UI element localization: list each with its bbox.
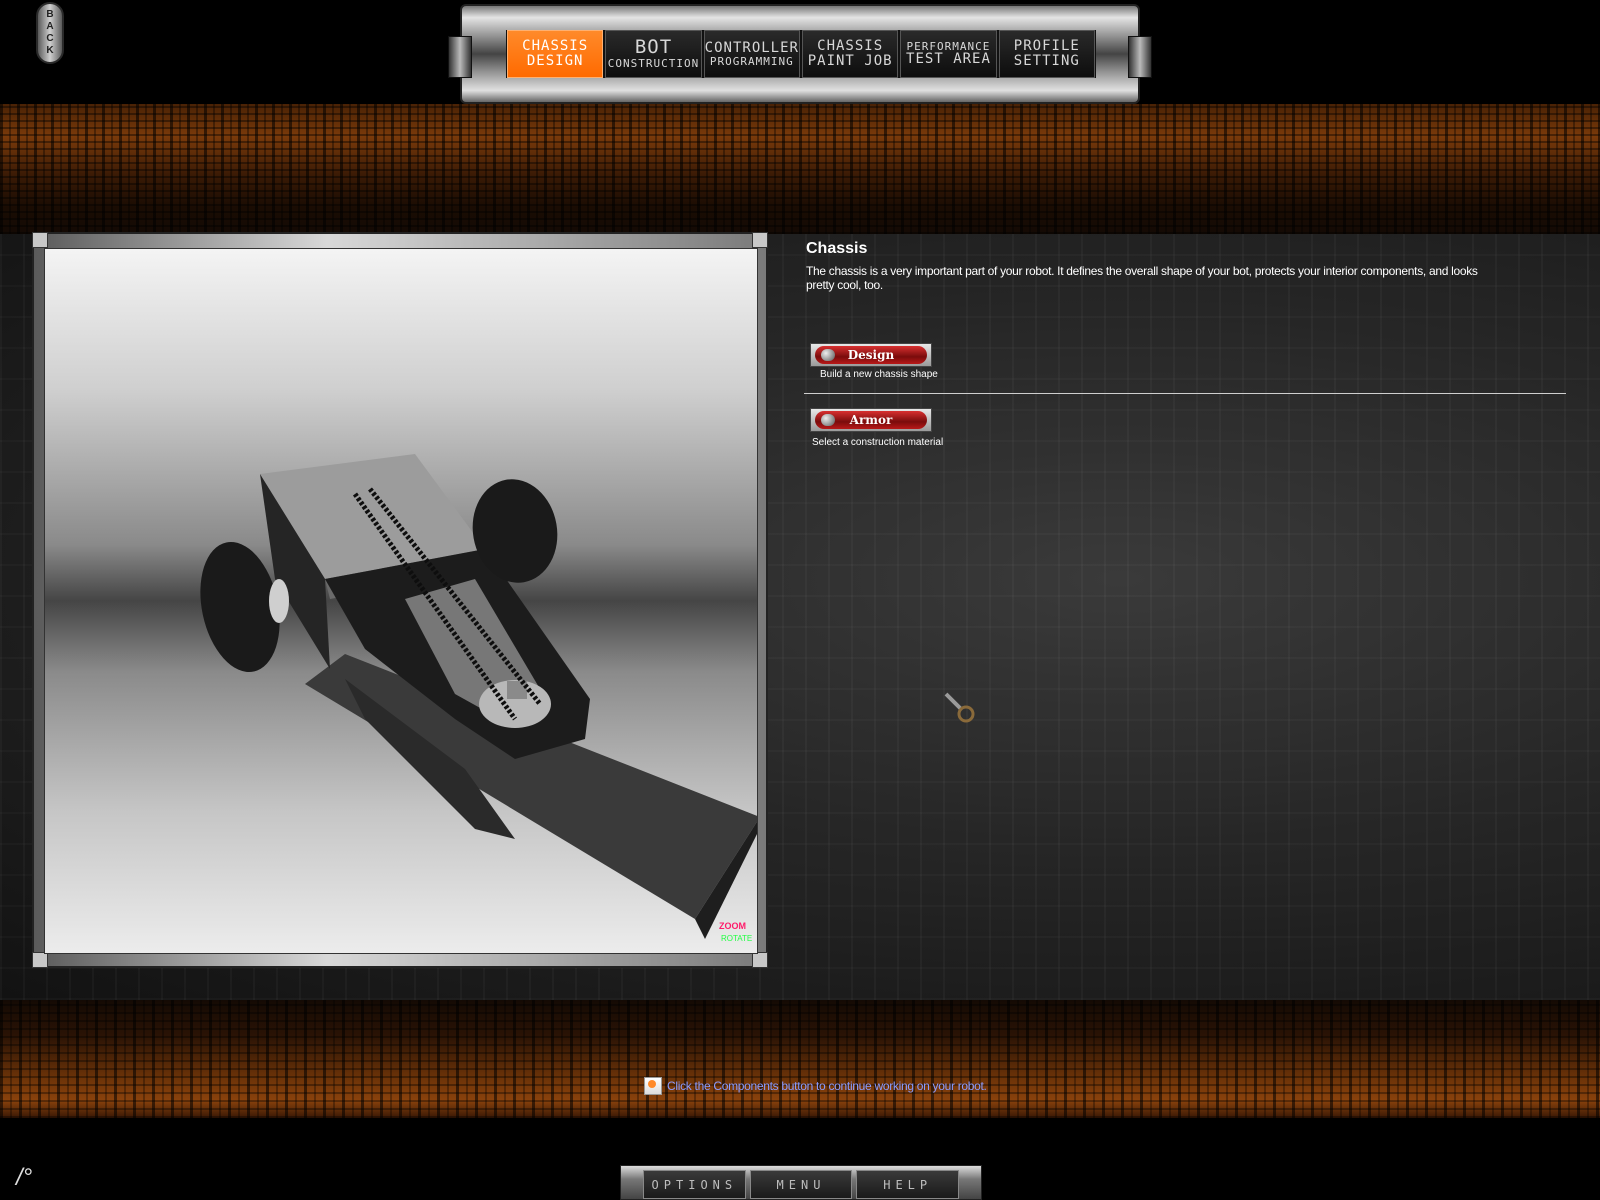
back-button-label: BACK [44, 9, 56, 57]
tab-label-line2: DESIGN [526, 53, 584, 69]
tab-label-line2: TEST AREA [906, 51, 991, 68]
tab-profile-setting[interactable]: PROFILE SETTING [998, 30, 1095, 78]
logo-icon: /° [16, 1164, 33, 1191]
design-button-label: Design [847, 348, 895, 362]
frame-rivet [752, 232, 768, 248]
design-caption: Build a new chassis shape [820, 369, 938, 380]
design-button[interactable]: Design [810, 343, 932, 367]
tab-controller-programming[interactable]: CONTROLLER PROGRAMMING [703, 30, 800, 78]
shield-icon [821, 414, 835, 426]
help-button[interactable]: HELP [856, 1170, 960, 1199]
robot-motor-block [507, 681, 527, 699]
hint-bar: Click the Components button to continue … [644, 1077, 987, 1095]
tab-label-line2: PROGRAMMING [709, 54, 794, 68]
panel-description: The chassis is a very important part of … [806, 264, 1478, 292]
tab-label-line1: PROFILE [1013, 38, 1080, 55]
zoom-label: ZOOM [719, 921, 746, 931]
back-button[interactable]: BACK [36, 2, 64, 64]
panel-divider [804, 393, 1566, 394]
top-orange-band [0, 104, 1600, 234]
tab-chassis-paint-job[interactable]: CHASSIS PAINT JOB [801, 30, 899, 78]
tips-icon [644, 1077, 662, 1095]
robot-3d-viewport[interactable]: ZOOM ROTATE [44, 248, 758, 954]
design-icon [821, 349, 835, 361]
tab-label-line1: CHASSIS [817, 38, 884, 55]
bottom-orange-band [0, 1000, 1600, 1118]
frame-rivet [32, 952, 48, 968]
tab-label-line2: PAINT JOB [807, 53, 893, 69]
bottom-menu: OPTIONS MENU HELP [620, 1165, 982, 1200]
viewport-frame: ZOOM ROTATE [32, 232, 768, 968]
tab-label-line2: CONSTRUCTION [607, 57, 700, 71]
tab-label-line1: CONTROLLER [704, 39, 799, 56]
robot-wheel-left-hub [269, 579, 289, 623]
armor-button-face: Armor [815, 411, 927, 429]
menu-button[interactable]: MENU [749, 1170, 853, 1199]
tab-performance-test-area[interactable]: PERFORMANCE TEST AREA [900, 30, 997, 78]
tab-label-line1: BOT [634, 36, 673, 59]
design-button-face: Design [815, 346, 927, 364]
armor-button-label: Armor [849, 413, 893, 427]
zoom-rotate-control[interactable]: ZOOM ROTATE [709, 921, 753, 949]
armor-caption: Select a construction material [812, 437, 944, 448]
tab-chassis-design[interactable]: CHASSIS DESIGN [507, 30, 604, 78]
rotate-label: ROTATE [721, 934, 753, 943]
tab-label-line2: SETTING [1013, 53, 1080, 69]
hint-text: Click the Components button to continue … [667, 1079, 987, 1093]
tab-label-line1: CHASSIS [522, 38, 589, 55]
tab-bot-construction[interactable]: BOT CONSTRUCTION [605, 30, 702, 78]
wrench-cursor-icon [944, 692, 975, 723]
panel-title: Chassis [806, 240, 868, 257]
main-nav: CHASSIS DESIGN BOT CONSTRUCTION CONTROLL… [506, 30, 1096, 78]
frame-rivet [32, 232, 48, 248]
armor-button[interactable]: Armor [810, 408, 932, 432]
robot-model[interactable] [45, 249, 758, 954]
options-button[interactable]: OPTIONS [643, 1170, 746, 1199]
frame-rivet [752, 952, 768, 968]
